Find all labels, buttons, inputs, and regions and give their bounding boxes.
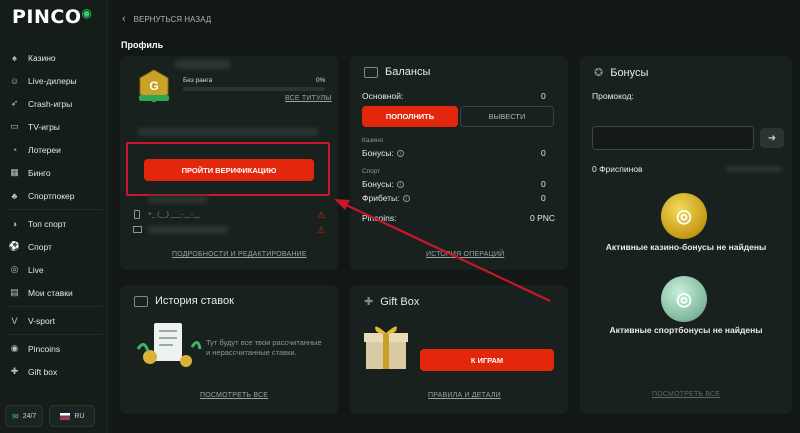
annotation-arrow <box>334 199 551 302</box>
